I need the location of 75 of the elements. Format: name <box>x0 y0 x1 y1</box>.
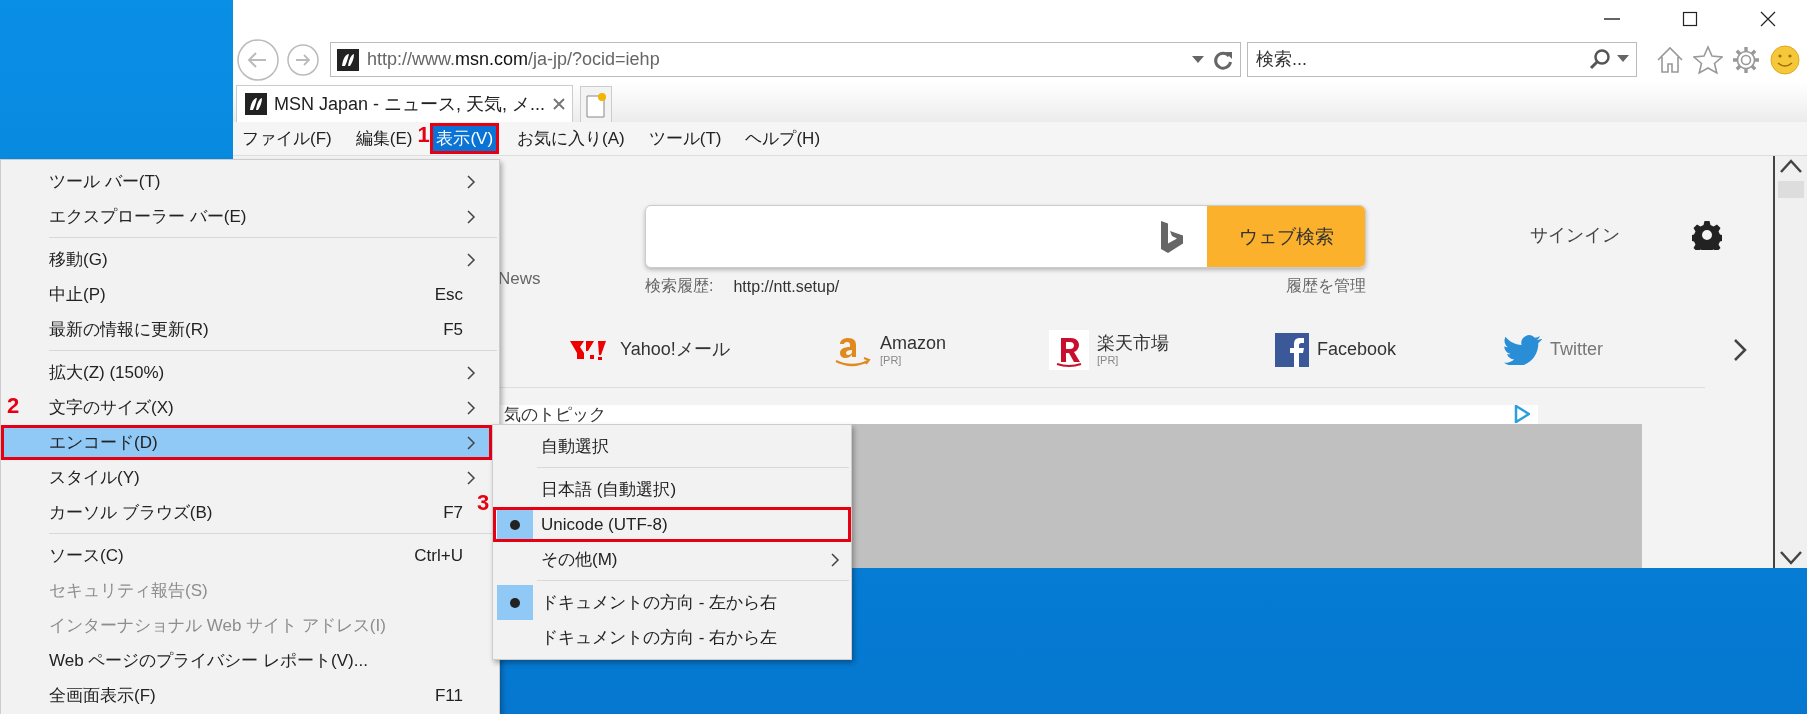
search-field[interactable]: 検索... <box>1247 42 1637 77</box>
sponsored-note: [PR] <box>1097 353 1120 366</box>
step-number: 1 <box>417 122 430 148</box>
menu-item[interactable]: ドキュメントの方向 - 右から左 <box>493 620 851 655</box>
new-tab-button[interactable] <box>580 86 612 122</box>
quick-link[interactable]: Amazon <box>880 334 947 354</box>
history-label: 検索履歴: <box>645 276 714 296</box>
quick-link[interactable]: Facebook <box>1317 340 1397 360</box>
menu-item[interactable]: 移動(G) <box>31 242 479 277</box>
menu-item[interactable]: Unicode (UTF-8) <box>493 507 851 542</box>
menu-item[interactable]: Web ページのプライバシー レポート(V)... <box>31 643 479 678</box>
shortcut-label: F5 <box>443 319 463 339</box>
next-chevron-icon[interactable] <box>1732 337 1748 363</box>
step-number: 2 <box>7 393 20 419</box>
favicon-icon <box>245 93 267 115</box>
smiley-icon[interactable] <box>1769 43 1801 76</box>
sign-in-link[interactable]: サインイン <box>1530 225 1620 245</box>
address-field[interactable]: http://www.msn.com/ja-jp/?ocid=iehp <box>330 42 1241 77</box>
menu-item[interactable]: ドキュメントの方向 - 左から右 <box>493 585 851 620</box>
menu-item[interactable]: 編集(E) <box>349 123 419 154</box>
section-heading: 気のトピック <box>503 405 606 424</box>
maximize-icon <box>1682 10 1698 27</box>
dropdown-caret-icon[interactable] <box>1192 55 1204 64</box>
menu-item[interactable]: ヘルプ(H) <box>739 123 827 154</box>
web-search-button[interactable]: ウェブ検索 <box>1207 206 1365 267</box>
close-icon <box>1760 10 1776 27</box>
quick-link[interactable]: Yahoo!メール <box>620 340 730 360</box>
manage-history-link[interactable]: 履歴を管理 <box>1286 276 1366 297</box>
new-page-icon <box>585 91 607 118</box>
dropdown-caret-icon[interactable] <box>1617 55 1629 63</box>
forward-button[interactable] <box>286 42 320 77</box>
back-button[interactable] <box>236 37 280 82</box>
settings-icon[interactable] <box>1692 220 1722 250</box>
menu-item[interactable]: スタイル(Y) <box>31 460 479 495</box>
tab-title: MSN Japan - ニュース, 天気, メ... <box>274 93 546 116</box>
menu-item[interactable]: 表示(V) <box>430 123 500 154</box>
menu-item[interactable]: ツール バー(T) <box>31 164 479 199</box>
shortcut-label: Esc <box>434 284 463 304</box>
address-url: http://www.msn.com/ja-jp/?ocid=iehp <box>367 49 661 70</box>
menu-item[interactable]: 日本語 (自動選択) <box>493 472 851 507</box>
quick-link[interactable]: 楽天市場 <box>1097 334 1169 354</box>
menu-item[interactable]: エンコード(D) <box>1 425 492 460</box>
logo-icon <box>1159 218 1185 255</box>
bird-icon <box>1504 335 1542 365</box>
browser-tab[interactable]: MSN Japan - ニュース, 天気, メ... <box>236 85 573 122</box>
menu-item[interactable]: 全画面表示(F) F11 <box>31 678 479 713</box>
menu-item[interactable]: ファイル(F) <box>236 123 338 154</box>
shortcut-label: F11 <box>434 685 463 705</box>
menu-item[interactable]: エクスプローラー バー(E) <box>31 199 479 234</box>
menu-item[interactable]: 最新の情報に更新(R) F5 <box>31 312 479 347</box>
menu-item[interactable]: 自動選択 <box>493 429 851 464</box>
menu-item[interactable]: その他(M) <box>493 542 851 577</box>
search-icon[interactable] <box>1589 48 1611 70</box>
menu-item[interactable]: ツール(T) <box>642 123 728 154</box>
web-search-field[interactable]: ウェブ検索 <box>645 205 1366 268</box>
home-icon[interactable] <box>1655 44 1685 75</box>
menu-item[interactable]: ソース(C) Ctrl+U <box>31 538 479 573</box>
menu-item[interactable]: お気に入り(A) <box>511 123 631 154</box>
shortcut-label: Ctrl+U <box>414 545 463 565</box>
close-icon[interactable] <box>552 97 567 111</box>
quick-link[interactable]: Twitter <box>1550 340 1603 360</box>
scrollbar[interactable] <box>1773 156 1807 568</box>
minimize-icon <box>1604 17 1620 20</box>
menu-item[interactable]: 中止(P) Esc <box>31 277 479 312</box>
shortcut-label: F7 <box>443 502 463 522</box>
menu-item[interactable]: 拡大(Z) (150%) <box>31 355 479 390</box>
sponsored-note: [PR] <box>880 353 903 366</box>
favorites-star-icon[interactable] <box>1693 44 1723 75</box>
logo-icon <box>1049 330 1089 370</box>
play-icon[interactable] <box>1514 405 1530 423</box>
step-number: 3 <box>477 490 490 516</box>
favicon-icon <box>337 48 359 71</box>
history-link[interactable]: http://ntt.setup/ <box>733 277 840 295</box>
menu-item[interactable]: 文字のサイズ(X) <box>31 390 479 425</box>
logo-icon <box>1275 333 1309 367</box>
